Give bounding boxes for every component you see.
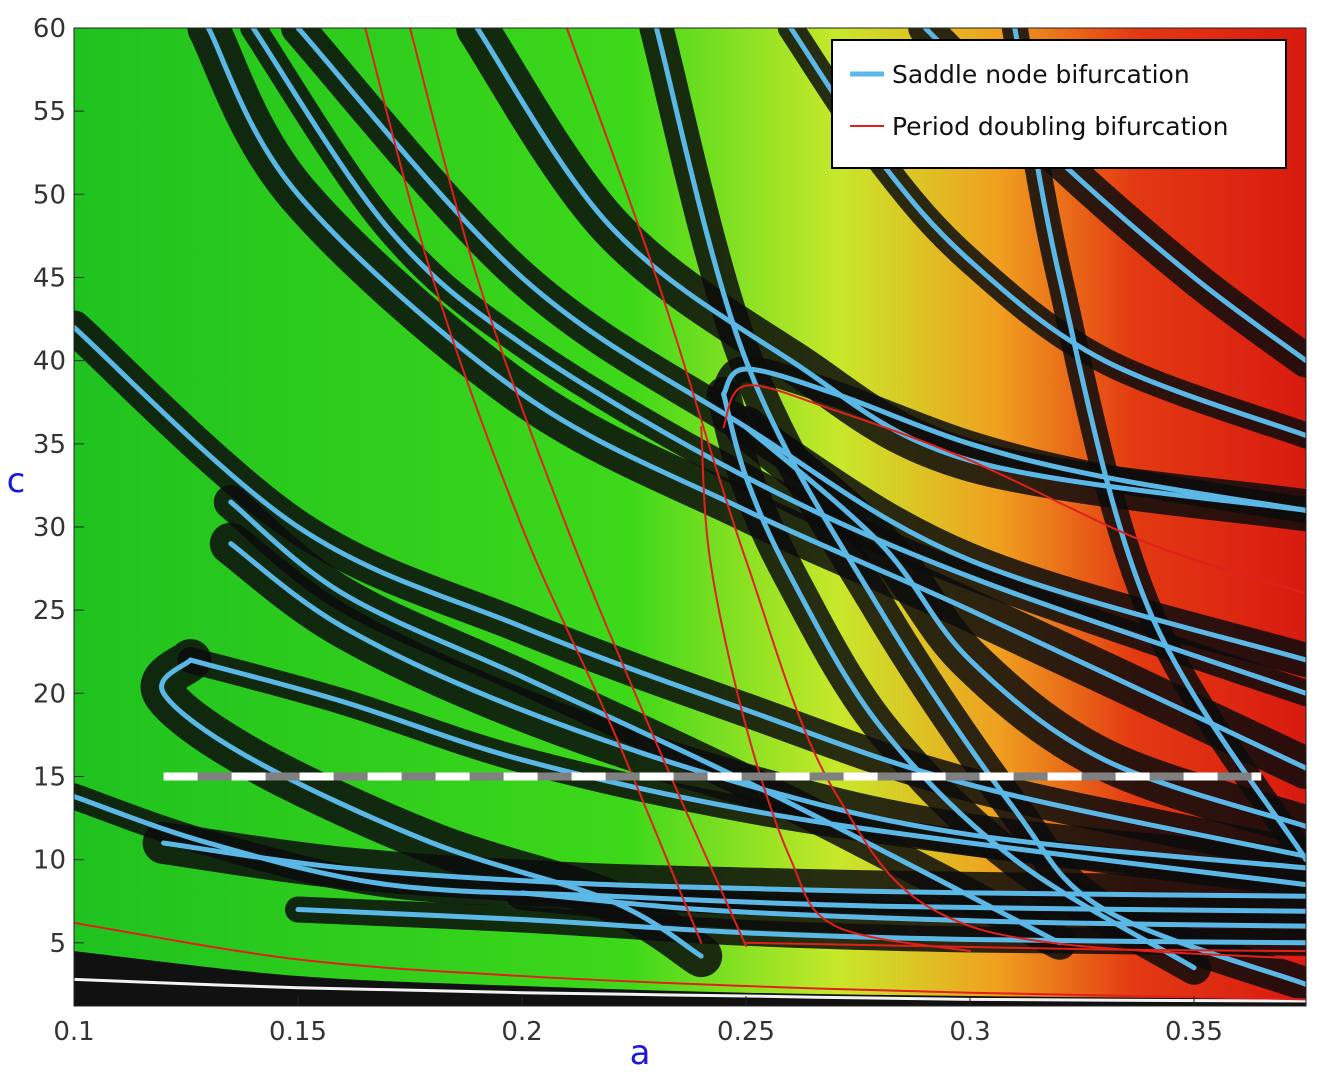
x-tick-label: 0.3 [949,1017,990,1047]
y-tick-label: 60 [33,14,66,44]
y-tick-label: 30 [33,513,66,543]
y-tick-label: 25 [33,596,66,626]
y-tick-label: 55 [33,97,66,127]
y-tick-label: 40 [33,347,66,377]
x-tick-label: 0.1 [53,1017,94,1047]
x-tick-label: 0.25 [717,1017,775,1047]
x-axis-label: a [630,1033,651,1073]
x-tick-label: 0.35 [1165,1017,1223,1047]
y-axis-label: c [7,461,26,501]
y-tick-label: 45 [33,263,66,293]
y-tick-label: 35 [33,430,66,460]
y-tick-label: 5 [49,929,66,959]
y-tick-label: 20 [33,679,66,709]
y-tick-label: 50 [33,180,66,210]
y-tick-label: 15 [33,762,66,792]
legend-label-saddle: Saddle node bifurcation [892,60,1190,89]
y-tick-label: 10 [33,846,66,876]
x-tick-label: 0.2 [501,1017,542,1047]
legend-label-period-doubling: Period doubling bifurcation [892,112,1228,141]
chart: 0.1 0.15 0.2 0.25 0.3 0.35 5 10 15 20 25 30 35 40 45 50… [7,14,1307,1073]
x-tick-label: 0.15 [269,1017,327,1047]
legend: Saddle node bifurcation Period doubling … [831,39,1287,169]
